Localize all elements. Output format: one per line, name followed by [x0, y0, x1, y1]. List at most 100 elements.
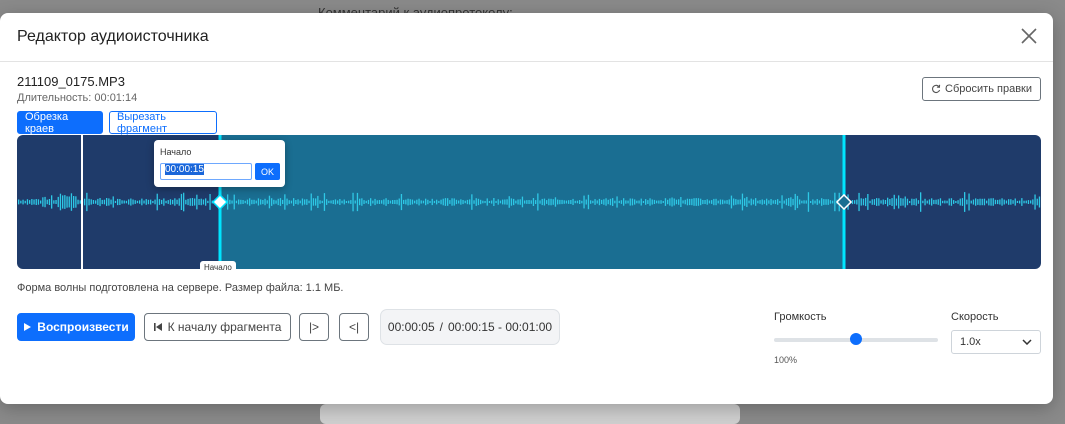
waveform-bar	[132, 199, 134, 205]
waveform-bar	[702, 200, 704, 205]
waveform-bar	[647, 200, 649, 204]
waveform-bar	[884, 200, 887, 204]
waveform-bar	[997, 199, 999, 205]
waveform-bar	[462, 200, 464, 205]
waveform-bar	[992, 198, 994, 206]
waveform-bar	[119, 199, 121, 205]
waveform-bar	[315, 198, 317, 206]
waveform-bar	[332, 200, 334, 204]
waveform-bar	[772, 200, 774, 204]
waveform-bar	[1016, 200, 1019, 203]
waveform-bar	[711, 200, 713, 204]
waveform-bar	[341, 200, 343, 204]
waveform-bar	[383, 199, 385, 205]
trim-edges-button[interactable]: Обрезка краев	[17, 111, 103, 135]
waveform-bar	[532, 198, 535, 206]
waveform-bar	[781, 195, 783, 209]
step-forward-button[interactable]: |>	[299, 313, 329, 341]
waveform-bar	[365, 200, 367, 204]
waveform-bar	[766, 198, 768, 206]
waveform-bar	[1038, 196, 1041, 208]
start-time-input[interactable]: 00:00:15	[160, 163, 252, 180]
waveform-bar	[746, 196, 748, 207]
waveform-bar	[348, 200, 350, 204]
waveform-bar	[363, 200, 365, 204]
speed-select[interactable]: 1.0x	[951, 330, 1041, 354]
waveform-bar	[99, 198, 101, 207]
waveform-bar	[53, 200, 55, 204]
waveform-bar	[319, 200, 321, 204]
waveform-bar	[174, 198, 176, 206]
waveform-bar	[398, 198, 400, 206]
waveform-bar	[559, 199, 561, 205]
waveform-bar	[664, 198, 667, 206]
step-back-button[interactable]: <|	[339, 313, 369, 341]
waveform-bar	[827, 199, 829, 205]
fragment-range: 00:00:15 - 00:01:00	[447, 320, 553, 334]
waveform-bar	[660, 200, 662, 204]
waveform-bar	[794, 193, 796, 211]
waveform-bar	[480, 199, 482, 205]
waveform-bar	[684, 199, 686, 205]
cut-fragment-button[interactable]: Вырезать фрагмент	[109, 111, 217, 135]
waveform-bar	[264, 198, 266, 206]
waveform-bar	[790, 197, 792, 207]
waveform-bar	[862, 198, 865, 206]
waveform-bar	[145, 199, 147, 205]
waveform-bar	[935, 199, 937, 205]
close-button[interactable]	[1019, 26, 1039, 46]
go-to-fragment-start-button[interactable]: К началу фрагмента	[144, 313, 291, 341]
waveform-bar	[779, 200, 781, 204]
waveform-bar	[249, 198, 251, 206]
waveform-bar	[178, 198, 180, 206]
waveform-bar	[854, 200, 856, 204]
waveform-bar	[805, 200, 807, 204]
waveform-bar	[733, 198, 735, 206]
waveform-bar	[447, 198, 449, 206]
waveform-bar	[189, 198, 191, 206]
waveform-bar	[130, 198, 132, 206]
volume-slider-thumb[interactable]	[850, 333, 862, 345]
waveform-bar	[1003, 199, 1005, 205]
waveform-bar	[359, 198, 361, 206]
waveform-bar	[763, 200, 766, 204]
waveform-bar	[288, 200, 290, 204]
reset-edits-label: Сбросить правки	[945, 83, 1032, 95]
waveform-bar	[1001, 198, 1003, 206]
waveform-bar	[823, 199, 825, 205]
waveform-bar	[154, 199, 156, 205]
waveform-bar	[986, 200, 988, 204]
waveform-bar	[185, 199, 187, 205]
waveform-bar	[339, 199, 341, 205]
waveform-bar	[719, 199, 722, 205]
waveform-bar	[343, 199, 345, 205]
waveform-bar	[29, 200, 31, 204]
waveform-bar	[477, 198, 480, 206]
waveform-bar	[596, 200, 598, 204]
waveform-bar	[40, 200, 42, 204]
waveform-bar	[717, 200, 719, 204]
reset-edits-button[interactable]: Сбросить правки	[922, 77, 1041, 101]
waveform-bar	[238, 199, 240, 205]
waveform-bar	[812, 199, 814, 205]
waveform-bar	[913, 198, 915, 206]
waveform-bar	[579, 200, 581, 204]
waveform-bar	[623, 198, 625, 206]
waveform-bar	[103, 199, 106, 205]
waveform-bar	[669, 198, 671, 206]
waveform-bar	[469, 199, 471, 205]
waveform-bar	[453, 198, 455, 206]
waveform-bar	[101, 199, 103, 205]
waveform-bar	[42, 197, 44, 207]
waveform-bar	[981, 198, 983, 206]
waveform-bar	[521, 196, 524, 208]
popover-ok-button[interactable]: OK	[255, 163, 280, 180]
waveform-bar	[799, 199, 801, 205]
waveform-bar	[871, 199, 873, 205]
waveform-bar	[977, 199, 979, 205]
waveform-bar	[92, 200, 95, 204]
waveform-bar	[728, 199, 730, 205]
waveform-bar	[310, 193, 312, 211]
waveform-bar	[409, 199, 411, 205]
play-button[interactable]: Воспроизвести	[17, 313, 135, 341]
